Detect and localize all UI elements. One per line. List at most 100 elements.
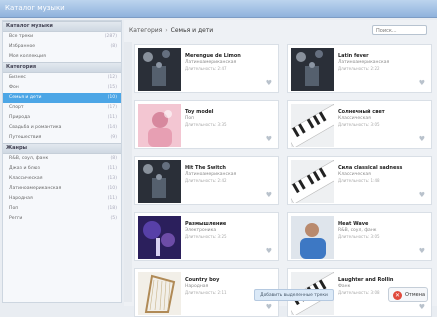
sidebar-item[interactable]: Спорт (17) [3,103,121,113]
track-genre: Классическая [338,172,371,177]
track-title: Toy model [185,109,214,115]
sidebar-item[interactable]: Избранное (8) [3,42,121,52]
sidebar-item-label: Поп [9,206,19,211]
cancel-label: Отмена [405,292,426,298]
track-thumbnail [138,160,181,203]
track-genre: R&B, соул, фанк [338,228,377,233]
sidebar-item[interactable]: Народная (11) [3,194,121,204]
add-selected-button[interactable]: Добавить выделенные треки [254,289,334,301]
sidebar-item-label: Латиноамериканская [9,186,62,191]
sidebar-item-count: (5) [110,216,117,221]
track-card[interactable]: Солнечный свет Классическая Длительность: … [284,100,432,149]
heart-icon[interactable]: ♥ [419,80,425,87]
sidebar-section-header: Категория [3,62,121,73]
track-title: Размышление [185,221,227,227]
track-duration: Длительность: 2:42 [185,178,227,183]
sidebar-item-count: (13) [107,176,117,181]
sidebar-item-count: (17) [107,105,117,110]
sidebar-item-label: Фон [9,85,19,90]
track-card[interactable]: Latin fever Латиноамериканская Длительност… [287,44,432,93]
sidebar-item[interactable]: Природа (11) [3,113,121,123]
track-duration: Длительность: 3:05 [338,234,380,239]
track-title: Сила classical sadness [338,165,403,171]
scrollbar[interactable] [124,42,132,302]
sidebar-item[interactable]: Классическая (13) [3,174,121,184]
track-thumbnail [138,48,181,91]
sidebar-item[interactable]: Путешествия (9) [3,133,121,143]
sidebar-item[interactable]: Регги (5) [3,214,121,224]
sidebar-section-header: Каталог музыки [3,21,121,32]
track-duration: Длительность: 3:05 [338,122,380,127]
track-duration: Длительность: 2:22 [338,66,380,71]
heart-icon[interactable]: ♥ [419,136,425,143]
sidebar-item-count: (10) [107,186,117,191]
sidebar-item-label: Свадьба и романтика [9,125,62,130]
sidebar-item-label: Природа [9,115,31,120]
sidebar-item[interactable]: Свадьба и романтика (14) [3,123,121,133]
sidebar-item[interactable]: Поп (18) [3,204,121,214]
heart-icon[interactable]: ♥ [266,136,272,143]
track-duration: Длительность: 3:35 [185,122,227,127]
footer-bar: Добавить выделенные треки ✕ Отмена [124,283,437,306]
track-genre: Латиноамериканская [338,60,390,65]
track-thumbnail [284,104,344,149]
heart-icon[interactable]: ♥ [266,192,272,199]
close-icon: ✕ [393,291,402,300]
track-card[interactable]: Heat Wave R&B, соул, фанк Длительность: 3:… [287,212,432,261]
track-genre: Поп [185,116,195,121]
track-title: Hit The Switch [185,165,226,171]
sidebar-item-count: (11) [107,196,117,201]
sidebar-item[interactable]: Латиноамериканская (10) [3,184,121,194]
track-genre: Электроника [185,228,217,233]
sidebar-item[interactable]: R&B, соул, фанк (8) [3,154,121,164]
sidebar-item-label: Спорт [9,105,24,110]
sidebar-item-count: (14) [107,125,117,130]
track-title: Latin fever [338,53,369,59]
track-card[interactable]: Toy model Поп Длительность: 3:35 ♥ [134,100,279,149]
sidebar-item[interactable]: Семья и дети (10) [3,93,121,103]
sidebar-item-count: (15) [107,85,117,90]
sidebar: Каталог музыки Все треки (287) Избранное (8)… [2,20,122,303]
heart-icon[interactable]: ♥ [419,248,425,255]
track-card[interactable]: Сила classical sadness Классическая Длител… [284,156,432,205]
search-input[interactable]: Поиск... [372,25,427,35]
sidebar-item[interactable]: Моя коллекция [3,52,121,62]
cancel-button[interactable]: ✕ Отмена [388,287,428,302]
sidebar-item-label: Бизнес [9,75,26,80]
heart-icon[interactable]: ♥ [266,248,272,255]
sidebar-item[interactable]: Фон (15) [3,83,121,93]
track-thumbnail [284,160,344,205]
sidebar-section-header: Жанры [3,143,121,154]
sidebar-item-label: Семья и дети [9,95,42,100]
main-panel: Категория › Семья и дети Поиск... Merengue… [124,20,437,317]
sidebar-item[interactable]: Джаз и блюз (11) [3,164,121,174]
sidebar-item-count: (11) [107,115,117,120]
sidebar-item[interactable]: Бизнес (12) [3,73,121,83]
heart-icon[interactable]: ♥ [266,80,272,87]
track-card[interactable]: Размышление Электроника Длительность: 3:25… [134,212,279,261]
heart-icon[interactable]: ♥ [419,192,425,199]
track-card[interactable]: Hit The Switch Латиноамериканская Длительн… [134,156,279,205]
sidebar-item-label: Джаз и блюз [9,166,40,171]
breadcrumb-current: Семья и дети [170,27,214,34]
sidebar-item-count: (18) [107,206,117,211]
sidebar-item-count: (8) [110,156,117,161]
track-duration: Длительность: 2:47 [185,66,227,71]
sidebar-item[interactable]: Все треки (287) [3,32,121,42]
track-title: Солнечный свет [338,109,385,115]
track-title: Heat Wave [338,221,369,227]
breadcrumb-root[interactable]: Категория [129,27,162,34]
track-title: Merengue de Limon [185,53,241,59]
track-thumbnail [138,104,181,147]
sidebar-item-label: Все треки [9,34,34,39]
track-duration: Длительность: 3:25 [185,234,227,239]
track-thumbnail [291,48,334,91]
sidebar-item-count: (11) [107,166,117,171]
sidebar-item-count: (10) [107,95,117,100]
title-bar: Каталог музыки [0,0,437,18]
sidebar-item-label: Классическая [9,176,43,181]
sidebar-item-label: Регги [9,216,23,221]
track-duration: Длительность: 1:48 [338,178,380,183]
track-genre: Латиноамериканская [185,172,237,177]
track-card[interactable]: Merengue de Limon Латиноамериканская Длите… [134,44,279,93]
